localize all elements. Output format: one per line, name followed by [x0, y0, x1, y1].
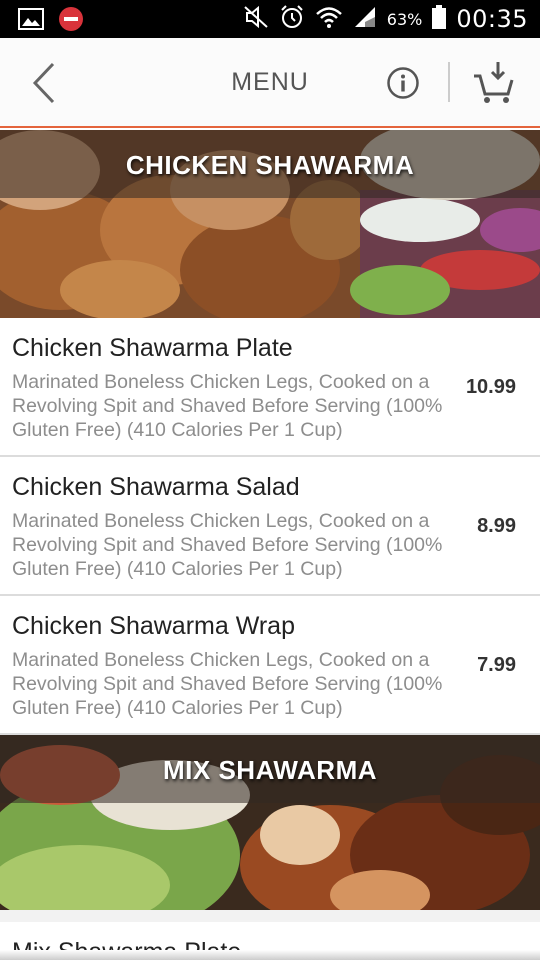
- cart-button[interactable]: [472, 60, 516, 106]
- bottom-fade: [0, 950, 540, 960]
- item-description: Marinated Boneless Chicken Legs, Cooked …: [12, 371, 443, 441]
- cart-icon: [474, 62, 514, 103]
- header-divider: [448, 62, 450, 102]
- signal-icon: [353, 5, 377, 33]
- item-price: 10.99: [465, 376, 516, 398]
- category-title: MIX SHAWARMA: [163, 755, 377, 785]
- category-title: CHICKEN SHAWARMA: [125, 150, 415, 180]
- clock: 00:35: [456, 5, 528, 33]
- item-description: Marinated Boneless Chicken Legs, Cooked …: [12, 510, 443, 580]
- menu-item[interactable]: Chicken Shawarma Wrap Marinated Boneless…: [0, 596, 540, 735]
- item-name: Chicken Shawarma Salad: [12, 473, 300, 501]
- item-name: Chicken Shawarma Wrap: [12, 612, 295, 640]
- block-icon: [58, 6, 84, 36]
- page-title: MENU: [231, 68, 309, 96]
- info-button[interactable]: [386, 66, 420, 100]
- info-icon: [387, 67, 419, 99]
- category-banner-mix-shawarma[interactable]: MIX SHAWARMA: [0, 735, 540, 922]
- mute-icon: [243, 5, 269, 33]
- item-price: 7.99: [477, 654, 516, 676]
- wifi-icon: [315, 5, 343, 33]
- category-banner-chicken-shawarma[interactable]: CHICKEN SHAWARMA: [0, 130, 540, 318]
- menu-item[interactable]: Chicken Shawarma Salad Marinated Boneles…: [0, 457, 540, 596]
- battery-icon: [432, 5, 447, 33]
- item-name: Chicken Shawarma Plate: [12, 334, 293, 362]
- menu-item[interactable]: Chicken Shawarma Plate Marinated Boneles…: [0, 318, 540, 457]
- status-bar: 63% 00:35: [0, 0, 540, 38]
- app-bar: MENU: [0, 38, 540, 128]
- item-price: 8.99: [477, 515, 516, 537]
- item-description: Marinated Boneless Chicken Legs, Cooked …: [12, 649, 443, 719]
- battery-percent: 63%: [386, 9, 423, 29]
- image-icon: [18, 8, 44, 34]
- alarm-icon: [279, 4, 305, 34]
